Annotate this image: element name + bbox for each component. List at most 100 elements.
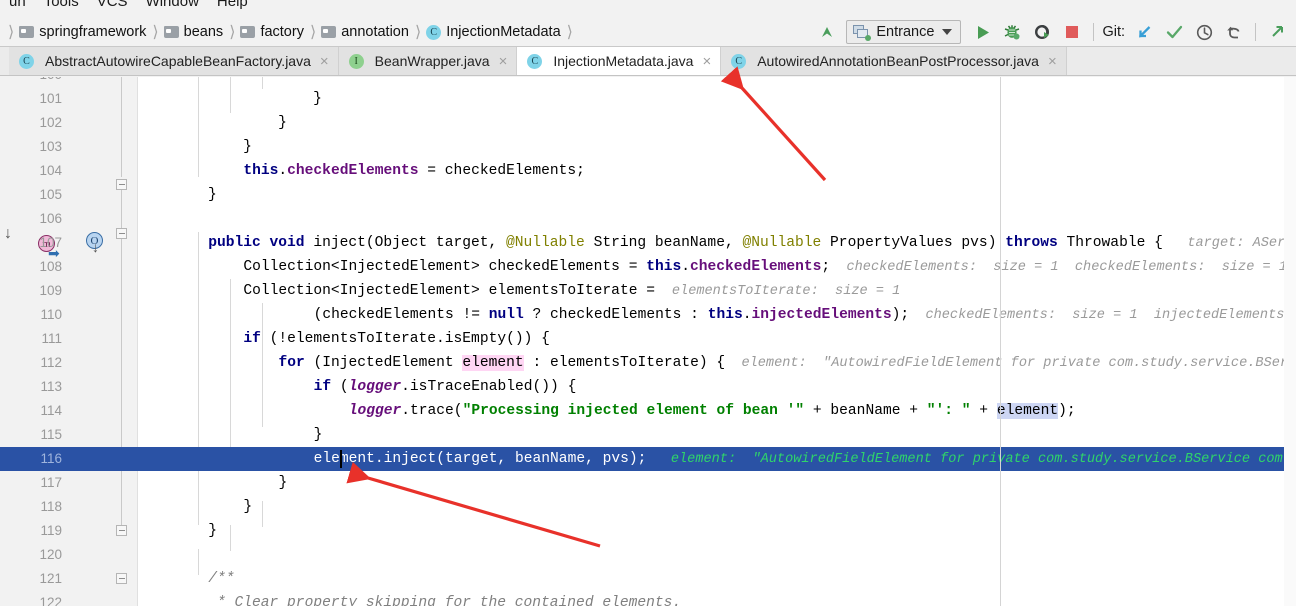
close-icon[interactable]: × xyxy=(1048,54,1057,69)
editor-marker-strip[interactable] xyxy=(1284,77,1296,606)
git-show-history-button[interactable] xyxy=(1189,19,1219,45)
breadcrumb-separator: ⟩ xyxy=(152,24,159,41)
main-toolbar: ⟩ springframework ⟩ beans ⟩ factory ⟩ an… xyxy=(0,18,1296,47)
line-number: 119 xyxy=(40,523,62,538)
breadcrumb-label: annotation xyxy=(341,24,409,40)
code-line[interactable]: 117} xyxy=(0,471,1296,495)
debug-button[interactable] xyxy=(997,19,1027,45)
breadcrumb-item-injectionmetadata[interactable]: C InjectionMetadata xyxy=(426,24,561,40)
breadcrumb-separator: ⟩ xyxy=(566,24,573,41)
breadcrumb-label: beans xyxy=(183,24,224,40)
breadcrumb-item-factory[interactable]: factory xyxy=(240,24,304,40)
run-button[interactable] xyxy=(967,19,997,45)
line-number: 118 xyxy=(40,499,62,514)
code-line-current[interactable]: 116 element.inject(target, beanName, pvs)… xyxy=(0,447,1296,471)
code-line-text: } xyxy=(138,115,287,131)
line-number: 117 xyxy=(40,475,62,490)
line-number: 109 xyxy=(39,283,62,298)
editor-tab-injectionmetadata[interactable]: C InjectionMetadata.java × xyxy=(517,47,722,75)
external-link-icon[interactable] xyxy=(1262,19,1292,45)
folder-icon xyxy=(321,26,337,38)
menu-item-tools[interactable]: Tools xyxy=(35,0,88,9)
git-commit-button[interactable] xyxy=(1159,19,1189,45)
code-line[interactable]: 109 Collection<InjectedElement> elementsT… xyxy=(0,279,1296,303)
run-with-coverage-button[interactable] xyxy=(1027,19,1057,45)
stop-button[interactable] xyxy=(1057,19,1087,45)
code-line-text: } xyxy=(313,427,323,443)
menu-item-label: VCS xyxy=(96,0,128,10)
line-number: 121 xyxy=(39,571,62,586)
breadcrumb-separator: ⟩ xyxy=(414,24,422,41)
editor-tab-abstractautowirecapablebeanfactory[interactable]: C AbstractAutowireCapableBeanFactory.jav… xyxy=(9,47,339,75)
menu-item-label: Window xyxy=(145,0,199,10)
code-line[interactable]: 112 for (InjectedElement element : elemen… xyxy=(0,351,1296,375)
line-number: 111 xyxy=(41,331,62,346)
code-editor[interactable]: m ➡ O ↓ ↓ 100101 }102 }103 }104this.chec… xyxy=(0,77,1296,606)
breadcrumb-item-springframework[interactable]: springframework xyxy=(19,24,146,40)
chevron-down-icon[interactable] xyxy=(942,29,953,35)
code-line[interactable]: 105 } xyxy=(0,183,1296,207)
line-number: 106 xyxy=(39,211,62,226)
code-line[interactable]: 119} xyxy=(0,519,1296,543)
breadcrumb-item-beans[interactable]: beans xyxy=(163,24,224,40)
code-line[interactable]: 122 * Clear property skipping for the co… xyxy=(0,591,1296,606)
code-line[interactable]: 100 xyxy=(0,77,1296,87)
code-line-text: } xyxy=(278,475,288,491)
close-icon[interactable]: × xyxy=(499,54,508,69)
git-rollback-button[interactable] xyxy=(1219,19,1249,45)
code-line-text: } xyxy=(138,139,252,155)
code-line-text: * Clear property skipping for the contai… xyxy=(208,595,682,606)
code-line-text: } xyxy=(138,187,217,203)
menu-item-window[interactable]: Window xyxy=(137,0,208,9)
breadcrumb-item-annotation[interactable]: annotation xyxy=(321,24,409,40)
code-line[interactable]: 108 Collection<InjectedElement> checkedEl… xyxy=(0,255,1296,279)
code-line-text: } xyxy=(243,499,253,515)
code-line[interactable]: 118} xyxy=(0,495,1296,519)
code-line[interactable]: 121 /** xyxy=(0,567,1296,591)
folder-icon xyxy=(163,26,179,38)
code-line-text: } xyxy=(208,523,217,539)
run-configuration-selector[interactable]: Entrance xyxy=(846,20,962,44)
code-lines[interactable]: 100101 }102 }103 }104this.checkedElement… xyxy=(0,77,1296,606)
class-icon: C xyxy=(426,24,442,40)
line-number: 108 xyxy=(39,259,62,274)
line-number: 116 xyxy=(40,451,62,466)
breadcrumb-label: springframework xyxy=(39,24,147,40)
code-line[interactable]: 114 logger.trace("Processing injected ele… xyxy=(0,399,1296,423)
menu-item-help[interactable]: Help xyxy=(208,0,257,9)
menu-item-vcs[interactable]: VCS xyxy=(88,0,137,9)
editor-tab-label: AbstractAutowireCapableBeanFactory.java xyxy=(45,53,311,69)
code-line[interactable]: 102 } xyxy=(0,111,1296,135)
code-line[interactable]: 110 (checkedElements != null ? checkedEle… xyxy=(0,303,1296,327)
editor-tab-label: BeanWrapper.java xyxy=(374,53,490,69)
code-line[interactable]: 107 public void inject(Object target, @Nu… xyxy=(0,231,1296,255)
line-number: 113 xyxy=(40,379,62,394)
code-line-text: public void inject(Object target, @Nulla… xyxy=(208,235,1296,251)
editor-tab-label: InjectionMetadata.java xyxy=(553,53,694,69)
code-line[interactable]: 111 if (!elementsToIterate.isEmpty()) { xyxy=(0,327,1296,351)
code-line[interactable]: 115} xyxy=(0,423,1296,447)
code-line[interactable]: 113 if (logger.isTraceEnabled()) { xyxy=(0,375,1296,399)
git-update-project-button[interactable] xyxy=(1129,19,1159,45)
editor-tab-bar: C AbstractAutowireCapableBeanFactory.jav… xyxy=(0,47,1296,76)
toolbar-divider xyxy=(1093,23,1095,41)
run-configuration-icon xyxy=(853,24,872,41)
code-line[interactable]: 101 } xyxy=(0,87,1296,111)
menu-item-label: Tools xyxy=(43,0,79,10)
code-line-text: logger.trace("Processing injected elemen… xyxy=(348,403,1076,419)
code-line[interactable]: 103 } xyxy=(0,135,1296,159)
editor-tab-beanwrapper[interactable]: I BeanWrapper.java × xyxy=(338,47,518,75)
close-icon[interactable]: × xyxy=(320,54,329,69)
folder-icon xyxy=(240,26,256,38)
close-icon[interactable]: × xyxy=(702,54,711,69)
code-line[interactable]: 104 this.checkedElements = checkedElement… xyxy=(0,159,1296,183)
class-icon: C xyxy=(527,53,543,69)
code-line[interactable]: 106 xyxy=(0,207,1296,231)
line-number: 100 xyxy=(0,77,62,87)
menu-item-run[interactable]: un xyxy=(0,0,35,9)
code-line[interactable]: 120 xyxy=(0,543,1296,567)
editor-tab-autowiredannotationbeanpostprocessor[interactable]: C AutowiredAnnotationBeanPostProcessor.j… xyxy=(721,47,1067,75)
breadcrumb: ⟩ springframework ⟩ beans ⟩ factory ⟩ an… xyxy=(0,22,578,42)
code-line-text: (checkedElements != null ? checkedElemen… xyxy=(313,307,1293,323)
update-project-icon[interactable] xyxy=(814,20,840,44)
